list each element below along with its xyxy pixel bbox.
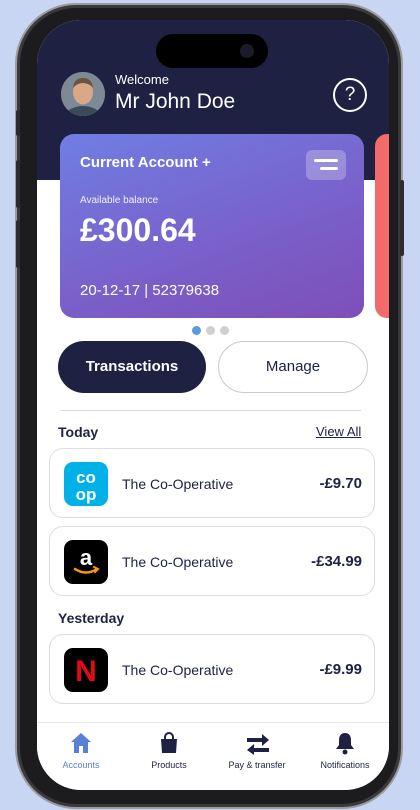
current-account-card[interactable]: Current Account + Available balance £300… bbox=[60, 134, 364, 318]
card-menu-line bbox=[320, 167, 338, 170]
tab-label: Accounts bbox=[62, 760, 100, 770]
tab-label: Products bbox=[151, 760, 187, 770]
account-card-title: Current Account + bbox=[80, 154, 211, 171]
section-divider bbox=[61, 410, 361, 411]
amazon-logo-icon: a bbox=[64, 540, 108, 584]
card-menu-button[interactable] bbox=[306, 150, 346, 180]
home-icon bbox=[71, 733, 91, 753]
tab-products[interactable]: Products bbox=[125, 723, 213, 790]
bell-icon bbox=[336, 733, 354, 755]
transaction-row[interactable]: N The Co-Operative -£9.99 bbox=[49, 634, 375, 704]
account-details-separator: | bbox=[144, 282, 149, 299]
card-menu-line bbox=[314, 159, 338, 162]
tab-accounts[interactable]: Accounts bbox=[37, 723, 125, 790]
coop-clover-icon: co op bbox=[76, 468, 97, 504]
dynamic-island bbox=[156, 34, 268, 68]
netflix-logo-icon: N bbox=[64, 648, 108, 692]
transaction-merchant: The Co-Operative bbox=[122, 662, 234, 678]
shopping-bag-icon bbox=[161, 732, 177, 753]
account-details: 20-12-17 | 52379638 bbox=[80, 282, 219, 299]
phone-power-button bbox=[400, 180, 404, 256]
available-balance-label: Available balance bbox=[80, 195, 159, 206]
coop-logo-text-bottom: op bbox=[76, 485, 97, 504]
front-camera bbox=[240, 44, 254, 58]
tab-notifications[interactable]: Notifications bbox=[301, 723, 389, 790]
netflix-n-icon: N bbox=[75, 655, 97, 688]
phone-volume-down-button bbox=[16, 220, 20, 268]
phone-volume-up-button bbox=[16, 160, 20, 208]
pager-dot[interactable] bbox=[220, 326, 229, 335]
transaction-amount: -£9.99 bbox=[319, 661, 362, 678]
avatar-portrait-icon bbox=[61, 72, 105, 116]
amazon-smile-icon: a bbox=[73, 545, 100, 574]
tab-label: Notifications bbox=[320, 760, 370, 770]
bottom-tab-bar: Accounts Products Pay & transfer Notific… bbox=[37, 722, 389, 790]
user-avatar[interactable] bbox=[61, 72, 105, 116]
transaction-row[interactable]: a The Co-Operative -£34.99 bbox=[49, 526, 375, 596]
yesterday-section-label: Yesterday bbox=[58, 610, 125, 626]
sort-code: 20-12-17 bbox=[80, 282, 141, 299]
help-button[interactable]: ? bbox=[333, 78, 367, 112]
view-all-link[interactable]: View All bbox=[316, 424, 361, 439]
phone-action-button bbox=[16, 110, 20, 136]
pager-dot-active[interactable] bbox=[192, 326, 201, 335]
transfer-arrows-icon bbox=[247, 734, 269, 755]
transaction-amount: -£34.99 bbox=[311, 553, 362, 570]
coop-logo-icon: co op bbox=[64, 462, 108, 506]
account-number: 52379638 bbox=[152, 282, 220, 299]
user-name: Mr John Doe bbox=[115, 90, 236, 113]
transactions-button[interactable]: Transactions bbox=[58, 341, 206, 393]
transaction-merchant: The Co-Operative bbox=[122, 476, 234, 492]
transaction-row[interactable]: co op The Co-Operative -£9.70 bbox=[49, 448, 375, 518]
manage-button[interactable]: Manage bbox=[218, 341, 368, 393]
pager-dot[interactable] bbox=[206, 326, 215, 335]
transaction-merchant: The Co-Operative bbox=[122, 554, 234, 570]
tab-label: Pay & transfer bbox=[228, 760, 286, 770]
today-section-label: Today bbox=[58, 424, 99, 440]
app-screen: Welcome Mr John Doe ? Current Account + … bbox=[37, 20, 389, 790]
welcome-label: Welcome bbox=[115, 72, 169, 87]
transaction-amount: -£9.70 bbox=[319, 475, 362, 492]
tab-pay-transfer[interactable]: Pay & transfer bbox=[213, 723, 301, 790]
available-balance-value: £300.64 bbox=[80, 212, 196, 248]
amazon-logo-letter: a bbox=[80, 545, 93, 570]
next-account-card-peek[interactable] bbox=[375, 134, 389, 318]
netflix-logo-letter: N bbox=[75, 655, 97, 688]
